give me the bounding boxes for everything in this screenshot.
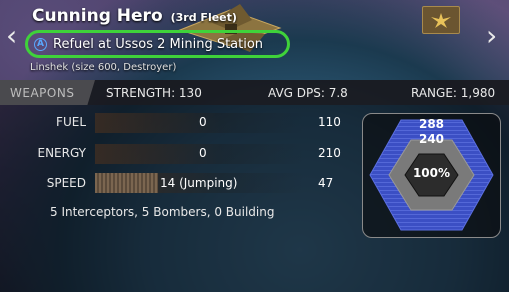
energy-value: 0	[199, 146, 207, 160]
ship-class-subtitle: Linshek (size 600, Destroyer)	[30, 62, 177, 73]
fleet-emblem-icon[interactable]	[422, 6, 460, 34]
speed-value: 14 (Jumping)	[160, 176, 238, 190]
current-order[interactable]: A Refuel at Ussos 2 Mining Station	[25, 30, 290, 58]
defense-widget: 288 240 100%	[362, 113, 501, 238]
ship-name: Cunning Hero	[32, 6, 163, 26]
shield-value: 288	[418, 117, 445, 131]
ship-title-row: Cunning Hero (3rd Fleet)	[32, 6, 237, 26]
armor-value: 240	[418, 132, 445, 146]
tab-weapons[interactable]: WEAPONS	[0, 80, 95, 105]
fuel-value: 0	[199, 115, 207, 129]
avg-dps-stat: AVG DPS: 7.8	[268, 85, 348, 100]
hull-value: 100%	[412, 166, 451, 180]
speed-label: SPEED	[46, 176, 86, 190]
energy-max: 210	[318, 146, 341, 160]
order-a-icon: A	[34, 37, 47, 51]
fleet-label: (3rd Fleet)	[170, 11, 237, 24]
stats-bar: WEAPONS STRENGTH: 130 AVG DPS: 7.8 RANGE…	[0, 80, 509, 105]
craft-summary: 5 Interceptors, 5 Bombers, 0 Building	[50, 205, 275, 219]
fuel-max: 110	[318, 115, 341, 129]
speed-max: 47	[318, 176, 334, 190]
order-text: Refuel at Ussos 2 Mining Station	[53, 36, 264, 52]
range-stat: RANGE: 1,980	[411, 85, 496, 100]
energy-label: ENERGY	[37, 146, 86, 160]
next-ship-chevron-icon[interactable]: ›	[486, 22, 497, 50]
speed-bar-fill	[95, 173, 158, 193]
previous-ship-chevron-icon[interactable]: ‹	[6, 22, 17, 50]
strength-stat: STRENGTH: 130	[106, 85, 202, 100]
fuel-label: FUEL	[56, 115, 86, 129]
